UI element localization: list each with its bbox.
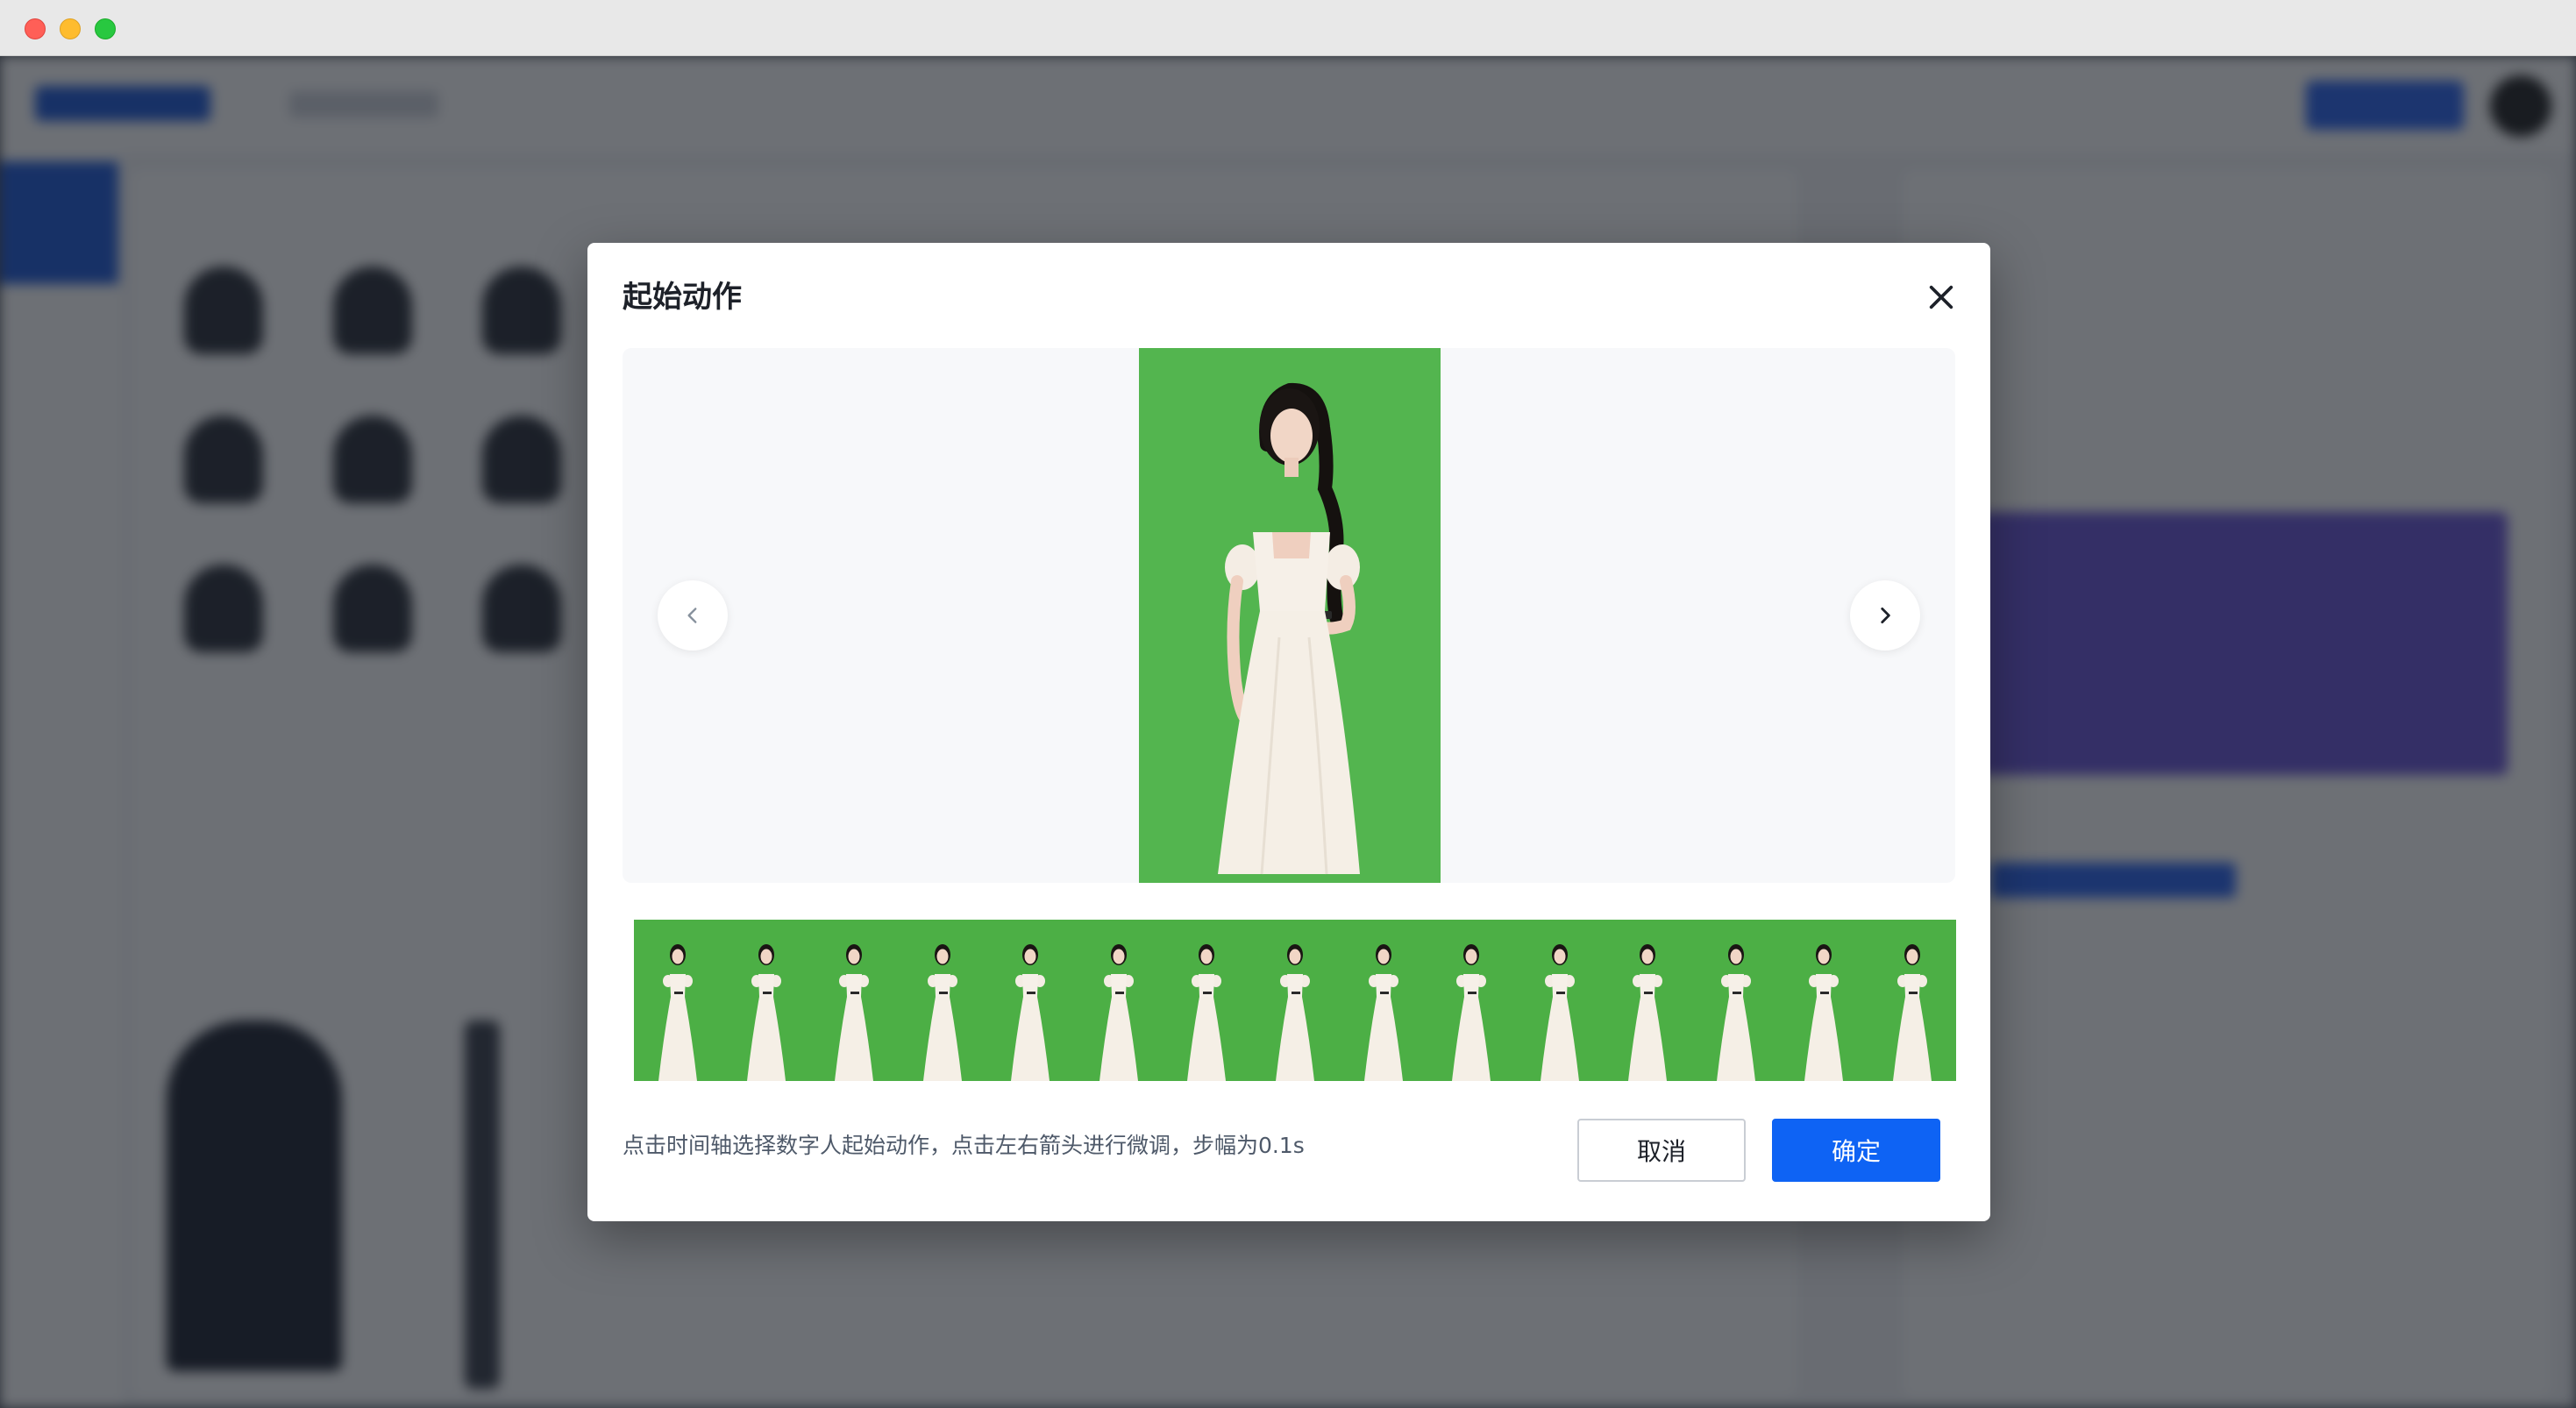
timeline-frame[interactable] — [810, 920, 899, 1081]
timeline-frame-thumbnail — [835, 944, 874, 1081]
chevron-left-icon — [687, 608, 697, 623]
timeline-frame-thumbnail — [1363, 944, 1403, 1081]
window-zoom-button[interactable] — [95, 18, 116, 39]
close-icon — [1929, 285, 1953, 309]
timeline-frame-thumbnail — [1892, 944, 1932, 1081]
confirm-button[interactable]: 确定 — [1772, 1119, 1940, 1182]
timeline-frame-thumbnail — [1099, 944, 1138, 1081]
timeline-frame[interactable] — [1868, 920, 1956, 1081]
preview-video-frame — [1139, 348, 1441, 883]
next-frame-button[interactable] — [1850, 580, 1920, 651]
window-titlebar — [0, 0, 2576, 56]
chevron-right-icon — [1881, 608, 1890, 623]
cancel-button[interactable]: 取消 — [1577, 1119, 1746, 1182]
window-minimize-button[interactable] — [60, 18, 81, 39]
timeline-frame[interactable] — [1427, 920, 1516, 1081]
dialog-hint-text: 点击时间轴选择数字人起始动作，点击左右箭头进行微调，步幅为0.1s — [623, 1133, 1305, 1158]
start-action-dialog: 起始动作 点击时间轴选择数字人起始动作，点击左右箭头进行微调，步幅为0.1s 取… — [587, 243, 1990, 1221]
window-close-button[interactable] — [25, 18, 46, 39]
timeline-frame[interactable] — [1163, 920, 1251, 1081]
timeline-frame-thumbnail — [1011, 944, 1050, 1081]
timeline-frame[interactable] — [1075, 920, 1163, 1081]
timeline-frame[interactable] — [1339, 920, 1427, 1081]
close-button[interactable] — [1920, 276, 1962, 318]
dialog-title: 起始动作 — [623, 280, 742, 315]
prev-frame-button[interactable] — [658, 580, 728, 651]
timeline-frame-thumbnail — [1716, 944, 1755, 1081]
timeline-frame-thumbnail — [746, 944, 786, 1081]
digital-human-figure — [1218, 382, 1360, 875]
action-preview — [623, 348, 1955, 883]
timeline-frame-thumbnail — [658, 944, 698, 1081]
timeline-frame[interactable] — [634, 920, 722, 1081]
timeline-frame[interactable] — [1515, 920, 1604, 1081]
timeline-frame-thumbnail — [1452, 944, 1491, 1081]
timeline-frame[interactable] — [1780, 920, 1868, 1081]
timeline-frame-thumbnail — [922, 944, 962, 1081]
timeline-frame[interactable] — [899, 920, 987, 1081]
timeline-frame-thumbnail — [1275, 944, 1314, 1081]
timeline-frame-thumbnail — [1804, 944, 1844, 1081]
timeline-frame[interactable] — [1251, 920, 1340, 1081]
timeline-frame[interactable] — [1691, 920, 1780, 1081]
timeline-frame-thumbnail — [1187, 944, 1227, 1081]
timeline-frame[interactable] — [986, 920, 1075, 1081]
timeline-frame[interactable] — [1604, 920, 1692, 1081]
timeline-frame-thumbnail — [1540, 944, 1579, 1081]
timeline-frame-thumbnail — [1628, 944, 1668, 1081]
timeline-frame[interactable] — [722, 920, 811, 1081]
action-timeline[interactable] — [634, 920, 1956, 1081]
